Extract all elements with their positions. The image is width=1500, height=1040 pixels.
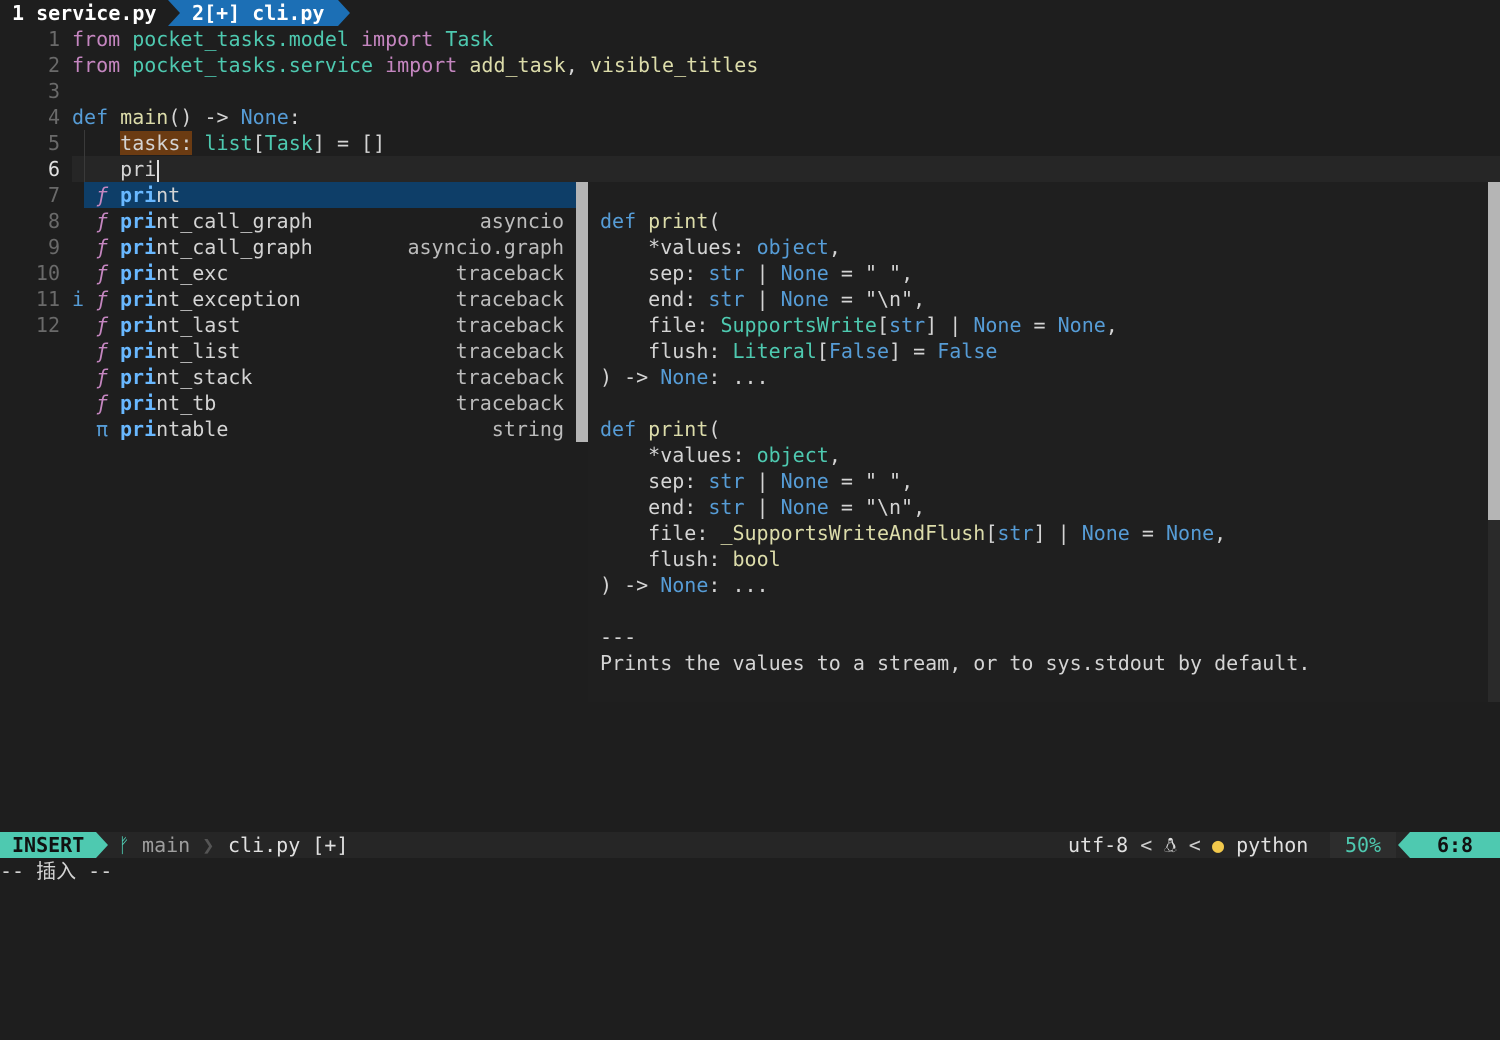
completion-item[interactable]: ƒ print_last traceback bbox=[84, 312, 576, 338]
tabline: 1 service.py 2[+] cli.py bbox=[0, 0, 1500, 26]
function-icon: ƒ bbox=[96, 209, 109, 233]
line-number: 2 bbox=[47, 53, 60, 77]
line-number: 7 bbox=[47, 183, 60, 207]
cursor-line-highlight bbox=[72, 156, 1500, 182]
cursor-position: 6:8 bbox=[1398, 832, 1500, 858]
code-line-2: from pocket_tasks.service import add_tas… bbox=[72, 53, 759, 77]
completion-item[interactable]: ƒ print_call_graph asyncio.graph bbox=[84, 234, 576, 260]
line-number: 3 bbox=[47, 79, 60, 103]
function-icon: ƒ bbox=[96, 183, 109, 207]
search-highlight: tasks: bbox=[120, 131, 193, 155]
code-line-6: pri bbox=[72, 156, 160, 182]
completion-item[interactable]: ƒ print_exception traceback bbox=[84, 286, 576, 312]
function-icon: ƒ bbox=[96, 235, 109, 259]
command-line: -- 插入 -- bbox=[0, 859, 113, 883]
function-icon: ƒ bbox=[96, 287, 109, 311]
line-number-current: 6 bbox=[47, 157, 60, 181]
file-type: ● python bbox=[1212, 833, 1309, 857]
linux-icon: 🐧︎ bbox=[1164, 833, 1177, 857]
line-number: 4 bbox=[47, 105, 60, 129]
function-icon: ƒ bbox=[96, 365, 109, 389]
completion-item[interactable]: ƒ print_list traceback bbox=[84, 338, 576, 364]
git-branch-icon: ᚠ bbox=[118, 833, 130, 857]
doc-line: flush: bool bbox=[648, 547, 781, 571]
doc-line: end: str | None = "\n", bbox=[648, 495, 926, 519]
file-name: cli.py [+] bbox=[228, 833, 349, 857]
tab-service-py[interactable]: 1 service.py bbox=[0, 0, 167, 26]
code-line-4: def main() -> None: bbox=[72, 105, 301, 129]
tab-cli-py[interactable]: 2[+] cli.py bbox=[168, 0, 351, 26]
line-number: 9 bbox=[47, 235, 60, 259]
doc-line: flush: Literal[False] = False bbox=[648, 339, 998, 363]
function-icon: ƒ bbox=[96, 261, 109, 285]
doc-line: file: SupportsWrite[str] | None = None, bbox=[648, 313, 1118, 337]
doc-line: ) -> None: ... bbox=[600, 365, 769, 389]
diagnostic-sign: i bbox=[72, 287, 85, 311]
completion-item[interactable]: ƒ print_call_graph asyncio bbox=[84, 208, 576, 234]
doc-line: *values: object, bbox=[648, 235, 841, 259]
documentation-window[interactable]: def print( *values: object, sep: str | N… bbox=[588, 182, 1488, 702]
doc-rule: --- bbox=[600, 625, 637, 649]
line-number: 12 bbox=[35, 313, 60, 337]
line-number: 10 bbox=[35, 261, 60, 285]
constant-icon: π bbox=[96, 417, 109, 441]
text-cursor bbox=[157, 159, 160, 182]
doc-scrollbar-thumb[interactable] bbox=[1488, 182, 1500, 520]
completion-item[interactable]: ƒ print_tb traceback bbox=[84, 390, 576, 416]
code-line-5: tasks: list[Task] = [] bbox=[120, 131, 386, 155]
file-encoding: utf-8 < 🐧︎ < bbox=[1068, 833, 1201, 857]
doc-line: ) -> None: ... bbox=[600, 573, 769, 597]
doc-line: def print( bbox=[600, 209, 721, 233]
git-branch: ᚠ main ❯ bbox=[118, 833, 215, 857]
completion-item[interactable]: ƒ print_stack traceback bbox=[84, 364, 576, 390]
completion-item[interactable]: π printable string bbox=[84, 416, 576, 442]
completion-item[interactable]: ƒ print_exc traceback bbox=[84, 260, 576, 286]
doc-line: def print( bbox=[600, 417, 721, 441]
scroll-percent: 50% bbox=[1330, 832, 1396, 858]
completion-menu[interactable]: ƒ print ƒ print_call_graph asyncio ƒ print_c… bbox=[84, 182, 588, 442]
line-number: 11 bbox=[35, 287, 60, 311]
code-line-1: from pocket_tasks.model import Task bbox=[72, 27, 494, 51]
mode-indicator: INSERT bbox=[0, 832, 109, 858]
completion-item-selected[interactable]: ƒ print bbox=[84, 182, 576, 208]
python-icon: ● bbox=[1212, 833, 1225, 857]
doc-line: file: _SupportsWriteAndFlush[str] | None… bbox=[648, 521, 1227, 545]
doc-line: sep: str | None = " ", bbox=[648, 261, 914, 285]
completion-scrollbar[interactable] bbox=[576, 182, 588, 442]
function-icon: ƒ bbox=[96, 391, 109, 415]
line-number: 5 bbox=[47, 131, 60, 155]
line-number: 8 bbox=[47, 209, 60, 233]
function-icon: ƒ bbox=[96, 339, 109, 363]
statusline: INSERT ᚠ main ❯ cli.py [+] utf-8 < 🐧︎ < … bbox=[0, 832, 1500, 858]
doc-line: end: str | None = "\n", bbox=[648, 287, 926, 311]
line-number: 1 bbox=[47, 27, 60, 51]
function-icon: ƒ bbox=[96, 313, 109, 337]
doc-description: Prints the values to a stream, or to sys… bbox=[600, 651, 1311, 675]
doc-line: *values: object, bbox=[648, 443, 841, 467]
doc-line: sep: str | None = " ", bbox=[648, 469, 914, 493]
